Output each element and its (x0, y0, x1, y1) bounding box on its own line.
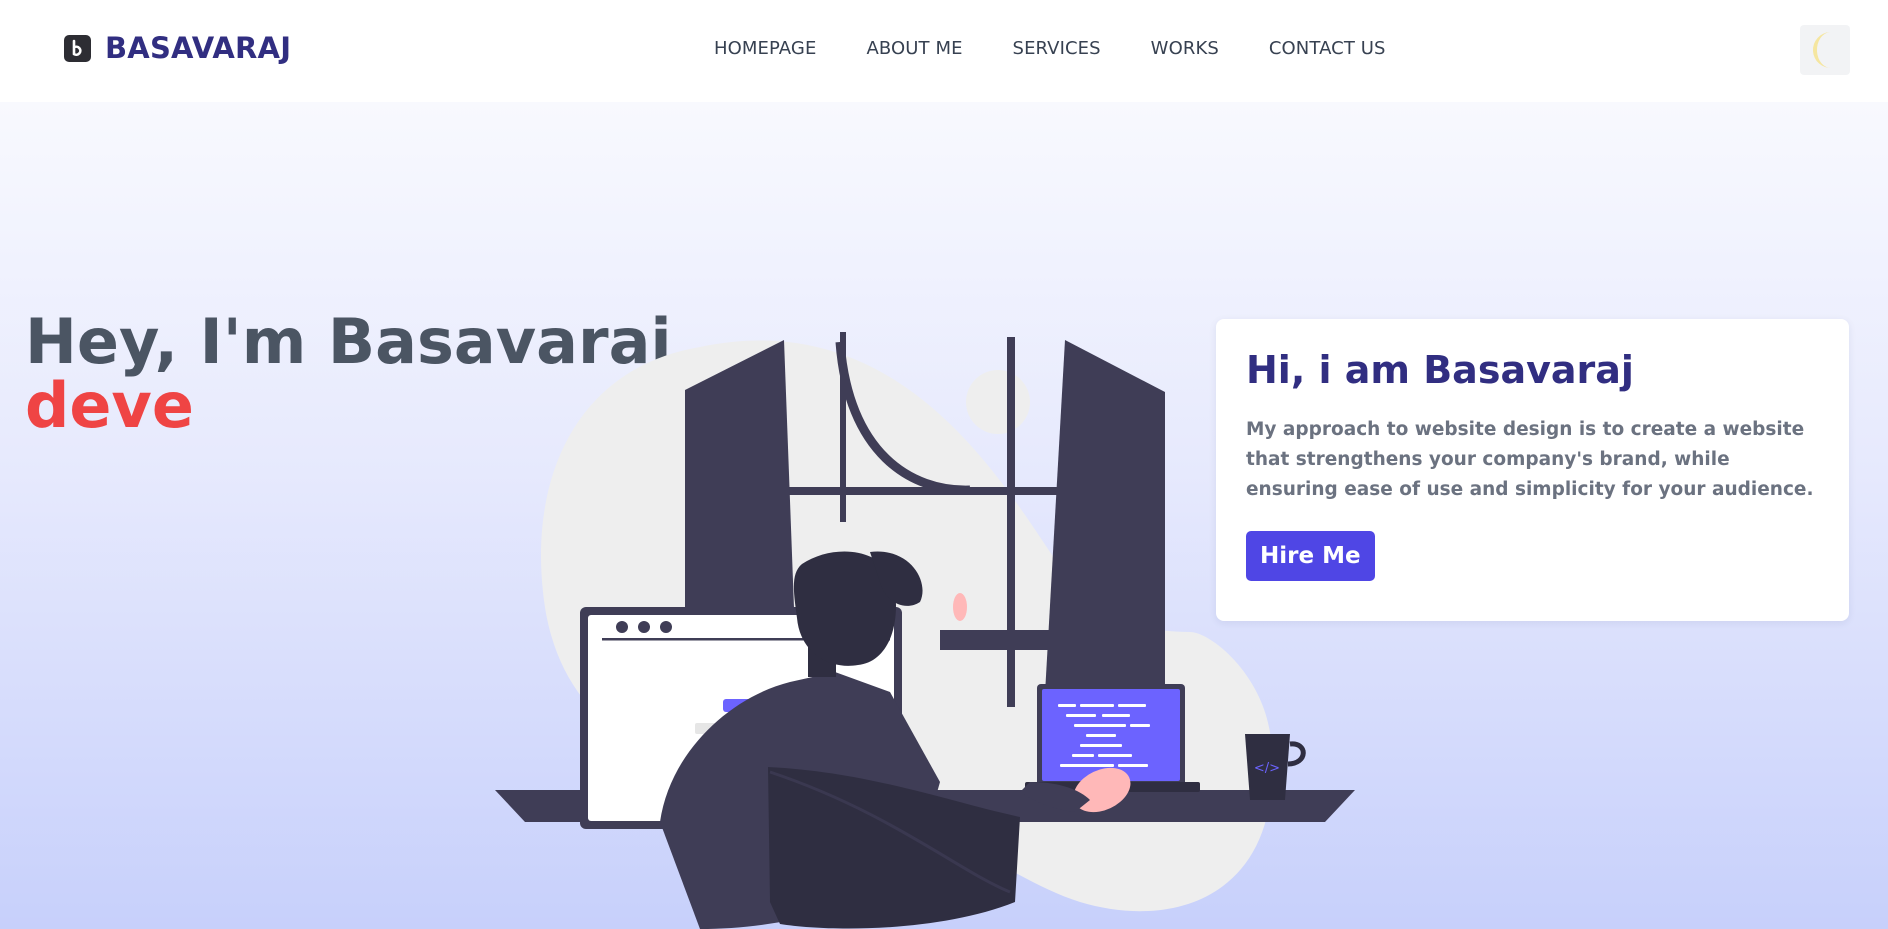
nav-about-me[interactable]: ABOUT ME (866, 38, 962, 59)
hero-section: Hey, I'm Basavaraj deve </> Hi, i am Bas… (0, 102, 1888, 929)
nav-works[interactable]: WORKS (1151, 38, 1219, 59)
person-ear (953, 593, 967, 621)
intro-heading: Hi, i am Basavaraj (1246, 348, 1634, 392)
intro-card: Hi, i am Basavaraj My approach to websit… (1216, 319, 1849, 621)
hero-typed-text: deve (25, 369, 194, 442)
intro-description: My approach to website design is to crea… (1246, 419, 1814, 500)
moon-icon (1812, 32, 1832, 69)
brand-name: BASAVARAJ (105, 31, 292, 65)
mug-code-glyph: </> (1254, 761, 1280, 776)
nav-services[interactable]: SERVICES (1013, 38, 1101, 59)
nav-homepage[interactable]: HOMEPAGE (714, 38, 816, 59)
window-mullion-horizontal (788, 487, 1078, 495)
main-nav: HOMEPAGE ABOUT ME SERVICES WORKS CONTACT… (714, 38, 1386, 59)
brand-logo-icon (64, 34, 91, 62)
window-sill (940, 630, 1070, 650)
theme-toggle-button[interactable] (1800, 25, 1850, 75)
hire-me-button[interactable]: Hire Me (1246, 531, 1375, 581)
navbar: BASAVARAJ HOMEPAGE ABOUT ME SERVICES WOR… (0, 0, 1888, 102)
brand-home-link[interactable]: BASAVARAJ (64, 31, 291, 65)
background-dot (966, 370, 1030, 434)
nav-contact-us[interactable]: CONTACT US (1269, 38, 1386, 59)
window-mullion-vertical (1007, 337, 1015, 707)
